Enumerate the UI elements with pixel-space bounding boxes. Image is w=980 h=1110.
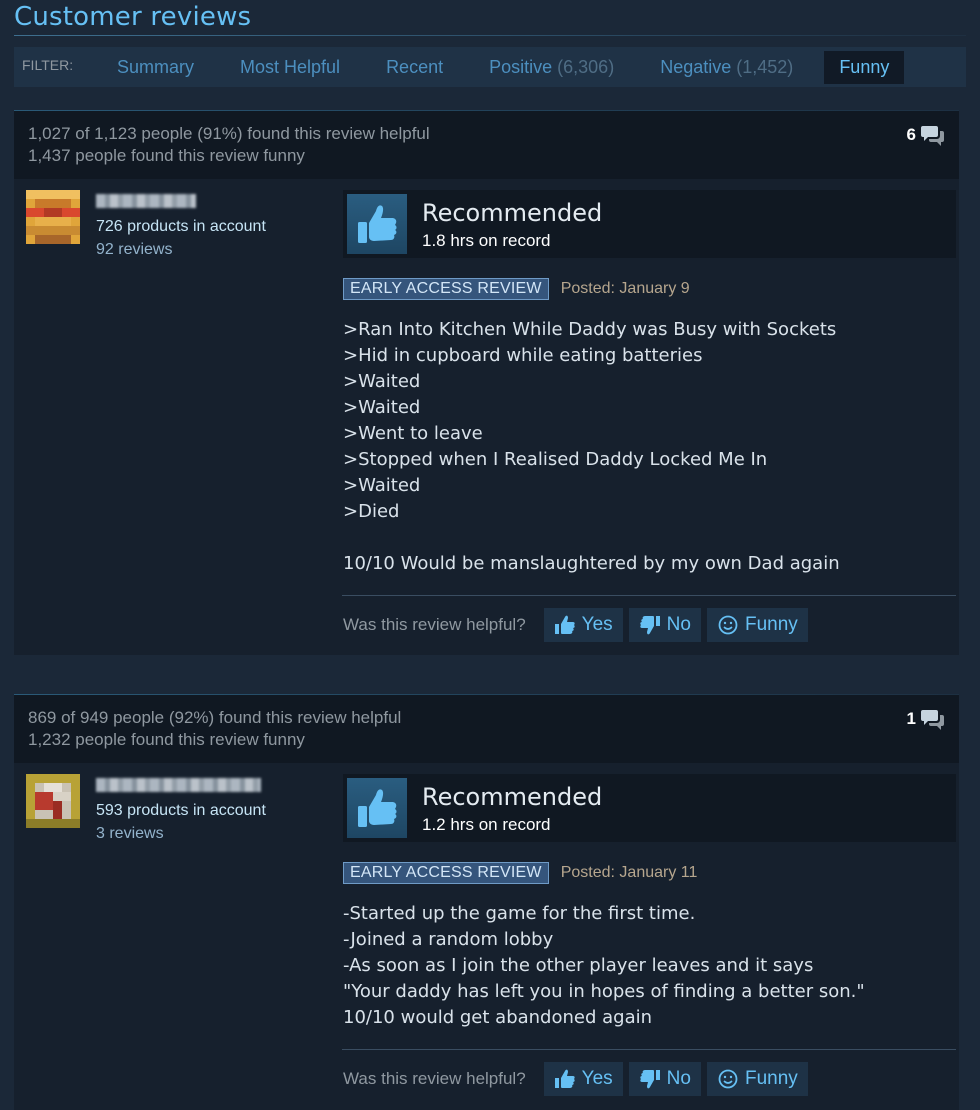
author-products[interactable]: 726 products in account <box>96 215 266 238</box>
filter-tab-label: Funny <box>839 56 890 77</box>
no-button[interactable]: No <box>628 608 701 642</box>
helpful-row: Was this review helpful? Yes No Funny <box>343 608 814 642</box>
helpful-question: Was this review helpful? <box>343 615 526 634</box>
author-name-redacted[interactable] <box>96 194 196 208</box>
filter-tab-label: Most Helpful <box>240 56 341 77</box>
yes-button[interactable]: Yes <box>543 1062 623 1096</box>
review-card: 1,027 of 1,123 people (91%) found this r… <box>14 110 959 655</box>
comment-count[interactable]: 6 <box>907 123 945 147</box>
no-button-label: No <box>666 614 691 635</box>
filter-tab-funny[interactable]: Funny <box>824 50 905 84</box>
smiley-icon <box>718 615 738 635</box>
comment-count[interactable]: 1 <box>907 707 945 731</box>
filter-bar: FILTER: Summary Most Helpful Recent Posi… <box>14 47 966 87</box>
early-access-badge: EARLY ACCESS REVIEW <box>343 862 549 884</box>
hours-on-record: 1.8 hrs on record <box>422 231 551 250</box>
funny-summary: 1,232 people found this review funny <box>28 730 305 749</box>
author-reviews[interactable]: 92 reviews <box>96 238 266 261</box>
no-button-label: No <box>666 1068 691 1089</box>
thumbs-up-icon <box>554 1069 575 1088</box>
page-title: Customer reviews <box>14 2 252 32</box>
filter-tab-most-helpful[interactable]: Most Helpful <box>225 51 355 84</box>
comments-icon <box>921 126 944 146</box>
review-header: 1,027 of 1,123 people (91%) found this r… <box>14 111 959 179</box>
filter-tab-label: Summary <box>117 56 195 77</box>
helpful-row: Was this review helpful? Yes No Funny <box>343 1062 814 1096</box>
funny-summary: 1,437 people found this review funny <box>28 146 305 165</box>
author-stats: 726 products in account 92 reviews <box>96 215 266 261</box>
recommendation-box[interactable]: Recommended 1.2 hrs on record <box>343 774 956 842</box>
author-name-redacted[interactable] <box>96 778 261 792</box>
recommendation-verdict: Recommended <box>422 199 603 227</box>
helpful-summary: 869 of 949 people (92%) found this revie… <box>28 708 402 727</box>
filter-tab-label: Positive <box>489 56 553 77</box>
pixelated-avatar-icon[interactable] <box>26 190 80 244</box>
author-reviews[interactable]: 3 reviews <box>96 822 266 845</box>
filter-tab-summary[interactable]: Summary <box>102 51 209 84</box>
comments-icon <box>921 710 944 730</box>
thumbs-down-icon <box>640 1070 660 1089</box>
thumbs-up-icon <box>554 615 575 634</box>
funny-button-label: Funny <box>744 1068 798 1089</box>
review-card: 869 of 949 people (92%) found this revie… <box>14 694 959 1110</box>
filter-label: FILTER: <box>22 57 74 73</box>
filter-tab-label: Recent <box>386 56 444 77</box>
recommendation-verdict: Recommended <box>422 783 603 811</box>
helpful-divider <box>342 1049 956 1050</box>
title-divider <box>14 35 966 36</box>
filter-tab-count: (6,306) <box>557 56 615 77</box>
pixelated-avatar-icon[interactable] <box>26 774 80 828</box>
comment-count-value: 6 <box>906 125 916 144</box>
yes-button[interactable]: Yes <box>543 608 623 642</box>
helpful-question: Was this review helpful? <box>343 1069 526 1088</box>
filter-tab-count: (1,452) <box>736 56 794 77</box>
thumbs-up-icon <box>347 778 407 838</box>
funny-button[interactable]: Funny <box>706 1062 808 1096</box>
thumbs-up-icon <box>347 194 407 254</box>
review-body: 726 products in account 92 reviews Recom… <box>14 179 959 655</box>
filter-tab-label: Negative <box>660 56 732 77</box>
filter-tab-recent[interactable]: Recent <box>371 51 458 84</box>
customer-reviews-page: Customer reviews FILTER: Summary Most He… <box>0 0 980 1110</box>
filter-tab-positive[interactable]: Positive (6,306) <box>474 51 629 84</box>
funny-button[interactable]: Funny <box>706 608 808 642</box>
helpful-divider <box>342 595 956 596</box>
review-header: 869 of 949 people (92%) found this revie… <box>14 695 959 763</box>
author-stats: 593 products in account 3 reviews <box>96 799 266 845</box>
smiley-icon <box>718 1069 738 1089</box>
yes-button-label: Yes <box>581 614 613 635</box>
helpful-summary: 1,027 of 1,123 people (91%) found this r… <box>28 124 430 143</box>
review-text: -Started up the game for the first time.… <box>343 903 865 1028</box>
no-button[interactable]: No <box>628 1062 701 1096</box>
review-text: >Ran Into Kitchen While Daddy was Busy w… <box>343 319 840 574</box>
early-access-badge: EARLY ACCESS REVIEW <box>343 278 549 300</box>
posted-date: Posted: January 9 <box>560 280 690 297</box>
comment-count-value: 1 <box>906 709 916 728</box>
posted-date: Posted: January 11 <box>560 864 698 881</box>
review-body: 593 products in account 3 reviews Recomm… <box>14 763 959 1110</box>
review-meta: EARLY ACCESS REVIEW Posted: January 11 <box>343 862 697 884</box>
yes-button-label: Yes <box>581 1068 613 1089</box>
thumbs-down-icon <box>640 616 660 635</box>
author-products[interactable]: 593 products in account <box>96 799 266 822</box>
recommendation-box[interactable]: Recommended 1.8 hrs on record <box>343 190 956 258</box>
review-meta: EARLY ACCESS REVIEW Posted: January 9 <box>343 278 690 300</box>
filter-tab-negative[interactable]: Negative (1,452) <box>645 51 808 84</box>
hours-on-record: 1.2 hrs on record <box>422 815 551 834</box>
funny-button-label: Funny <box>744 614 798 635</box>
